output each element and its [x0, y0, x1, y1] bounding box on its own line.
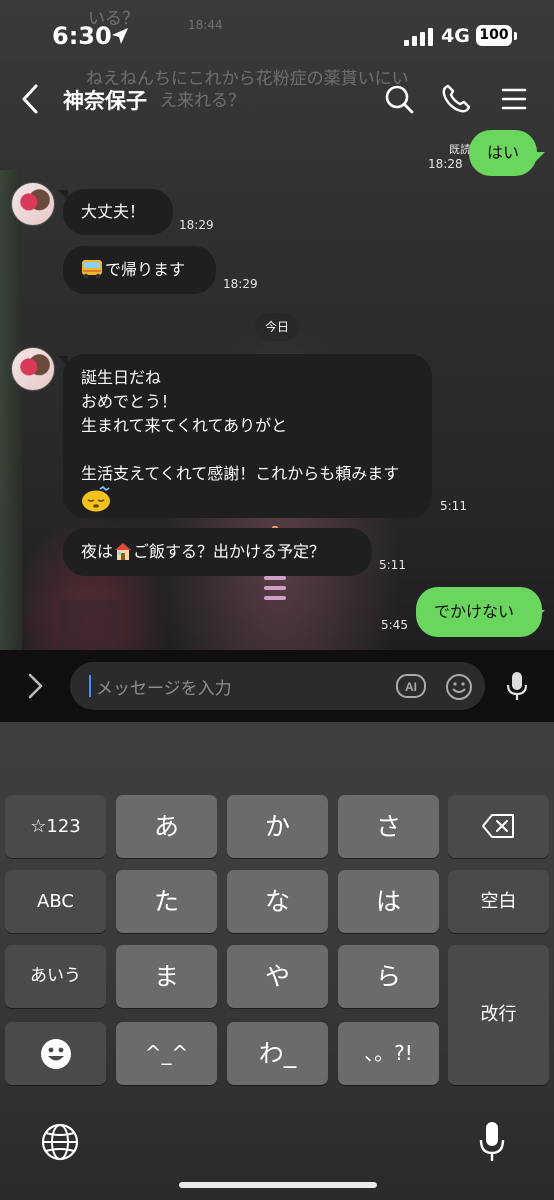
- key-kaomoji[interactable]: ^_^: [116, 1022, 217, 1085]
- message-input[interactable]: メッセージを入力 AI: [70, 662, 485, 710]
- emoji-picker-icon[interactable]: [444, 672, 474, 702]
- message-text: 大丈夫！: [81, 202, 146, 221]
- key-ra[interactable]: ら: [338, 945, 439, 1008]
- key-ha[interactable]: は: [338, 870, 439, 933]
- message-line: 誕生日だね: [81, 368, 162, 387]
- key-wa[interactable]: わ_: [227, 1022, 328, 1085]
- wallpaper-building: [60, 600, 120, 650]
- incoming-message-bubble[interactable]: 誕生日だね おめでとう！ 生まれて来てくれてありがと 生活支えてくれて感謝！これ…: [63, 354, 432, 518]
- message-line: 生まれて来てくれてありがと: [81, 416, 288, 435]
- battery-icon: 100: [476, 25, 512, 46]
- background-message-text: いる？: [88, 9, 139, 29]
- voice-input-mic-icon[interactable]: [504, 670, 530, 702]
- emoji-face-icon: [40, 1039, 71, 1069]
- message-input-placeholder: メッセージを入力: [96, 679, 232, 699]
- incoming-message-bubble[interactable]: で帰ります: [63, 246, 216, 294]
- key-ka[interactable]: か: [227, 795, 328, 858]
- sleepy-face-emoji-icon: [82, 486, 110, 512]
- bubble-tail: [535, 610, 545, 620]
- ai-label: AI: [405, 680, 417, 694]
- emoji-key[interactable]: [5, 1022, 106, 1085]
- globe-icon[interactable]: [40, 1122, 80, 1162]
- read-receipt: 既読: [449, 143, 471, 156]
- outgoing-message-bubble[interactable]: はい: [469, 130, 537, 176]
- message-time: 18:29: [223, 277, 258, 291]
- space-key[interactable]: 空白: [448, 870, 549, 933]
- key-ta[interactable]: た: [116, 870, 217, 933]
- home-indicator[interactable]: [179, 1182, 377, 1188]
- location-arrow-icon: [112, 28, 128, 44]
- backspace-key[interactable]: [448, 795, 549, 858]
- house-emoji-icon: [115, 543, 132, 560]
- message-line-empty: [81, 438, 414, 462]
- enter-key[interactable]: 改行: [448, 945, 549, 1085]
- key-a[interactable]: あ: [116, 795, 217, 858]
- key-na[interactable]: な: [227, 870, 328, 933]
- date-separator: 今日: [255, 313, 299, 341]
- japanese-keyboard: ☆123 あ か さ ABC た な は 空白 あいう ま や ら 改行 ^_^…: [0, 722, 554, 1200]
- chat-title[interactable]: 神奈保子: [63, 85, 147, 115]
- key-ya[interactable]: や: [227, 945, 328, 1008]
- message-input-bar: メッセージを入力 AI: [0, 650, 554, 722]
- wallpaper-tree: [0, 170, 22, 650]
- contact-avatar[interactable]: [11, 182, 55, 226]
- status-bar: 6:30 4G 100: [0, 0, 554, 72]
- outgoing-message-bubble[interactable]: でかけない: [416, 587, 542, 637]
- ai-assist-icon[interactable]: AI: [395, 672, 427, 700]
- message-time: 18:28: [428, 157, 463, 171]
- incoming-message-bubble[interactable]: 大丈夫！: [63, 189, 173, 235]
- dictation-mic-icon[interactable]: [477, 1120, 507, 1164]
- key-symbols[interactable]: ☆123: [5, 795, 106, 858]
- search-icon[interactable]: [383, 83, 415, 115]
- backspace-icon: [481, 814, 514, 838]
- message-text: でかけない: [434, 602, 515, 621]
- menu-icon[interactable]: [500, 86, 528, 112]
- incoming-message-bubble[interactable]: 夜は ご飯する？出かける予定？: [63, 528, 372, 576]
- background-message-time: 18:44: [188, 18, 223, 32]
- message-text: 夜は: [81, 542, 114, 561]
- message-time: 5:11: [379, 558, 406, 572]
- key-abc[interactable]: ABC: [5, 870, 106, 933]
- key-punctuation[interactable]: 、。?!: [338, 1022, 439, 1085]
- key-kana-mode[interactable]: あいう: [5, 945, 106, 1008]
- cellular-signal-icon: [404, 28, 433, 46]
- message-time: 5:45: [381, 618, 408, 632]
- key-ma[interactable]: ま: [116, 945, 217, 1008]
- message-text: ご飯する？出かける予定？: [133, 542, 326, 561]
- phone-call-icon[interactable]: [440, 83, 472, 115]
- expand-chevron-icon[interactable]: [24, 672, 46, 700]
- bubble-tail: [535, 152, 545, 162]
- message-text: はい: [487, 143, 520, 162]
- bus-emoji-icon: [82, 260, 102, 279]
- key-sa[interactable]: さ: [338, 795, 439, 858]
- contact-avatar[interactable]: [11, 347, 55, 391]
- back-chevron-icon[interactable]: [16, 82, 46, 116]
- message-time: 18:29: [179, 218, 214, 232]
- message-line: おめでとう！: [81, 392, 178, 411]
- message-time: 5:11: [440, 499, 467, 513]
- message-text: で帰ります: [105, 260, 186, 279]
- network-type: 4G: [441, 25, 470, 47]
- message-line: 生活支えてくれて感謝！これからも頼みます: [81, 464, 400, 483]
- battery-tip: [514, 32, 517, 40]
- chat-header: 神奈保子: [0, 74, 554, 124]
- text-caret: [89, 675, 91, 697]
